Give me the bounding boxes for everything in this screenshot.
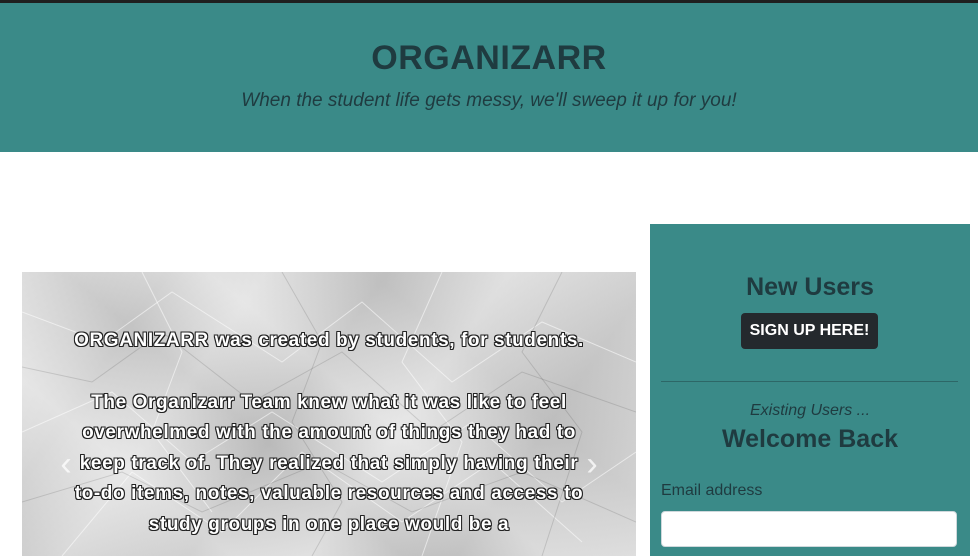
email-label: Email address xyxy=(661,482,763,499)
auth-panel: New Users SIGN UP HERE! Existing Users .… xyxy=(650,224,970,556)
carousel-next-button[interactable]: › xyxy=(578,444,606,484)
chevron-right-icon: › xyxy=(586,445,598,483)
email-input[interactable] xyxy=(661,511,957,547)
site-title: ORGANIZARR xyxy=(371,39,607,77)
new-users-heading: New Users xyxy=(746,273,874,301)
about-carousel: ORGANIZARR was created by students, for … xyxy=(22,272,636,556)
site-tagline: When the student life gets messy, we'll … xyxy=(241,90,737,111)
existing-users-text: Existing Users ... xyxy=(749,402,871,419)
panel-divider xyxy=(661,381,958,382)
carousel-slide-text: ORGANIZARR was created by students, for … xyxy=(72,326,586,556)
welcome-back-heading: Welcome Back xyxy=(721,425,898,453)
slide-paragraph-intro: ORGANIZARR was created by students, for … xyxy=(74,330,584,351)
signup-button[interactable]: SIGN UP HERE! xyxy=(741,313,878,349)
site-header: ORGANIZARR When the student life gets me… xyxy=(0,3,978,152)
slide-paragraph-story: The Organizarr Team knew what it was lik… xyxy=(74,391,584,535)
carousel-prev-button[interactable]: ‹ xyxy=(52,444,80,484)
chevron-left-icon: ‹ xyxy=(60,445,72,483)
